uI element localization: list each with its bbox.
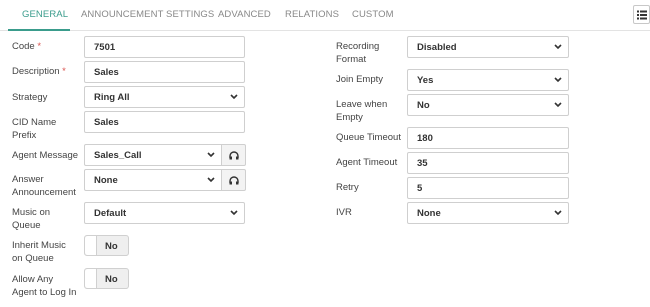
agent-timeout-label: Agent Timeout [336,157,398,168]
description-label: Description * [12,66,66,77]
code-input[interactable]: 7501 [84,36,245,58]
tab-general[interactable]: GENERAL [22,9,68,20]
code-label: Code * [12,41,42,52]
agent-message-play-button[interactable] [222,144,246,166]
tab-announcement-settings[interactable]: ANNOUNCEMENT SETTINGS [81,9,214,20]
recording-format-select[interactable]: Disabled [407,36,569,58]
answer-announcement-value: None [94,175,118,186]
answer-announcement-play-button[interactable] [222,169,246,191]
tab-bar: GENERAL ANNOUNCEMENT SETTINGS ADVANCED R… [0,0,650,31]
tab-relations[interactable]: RELATIONS [285,9,339,20]
agent-message-label: Agent Message [12,150,79,161]
leave-when-empty-label: Leave when Empty [336,99,388,123]
leave-when-empty-select[interactable]: No [407,94,569,116]
queue-timeout-input[interactable]: 180 [407,127,569,149]
agent-timeout-value: 35 [417,158,428,169]
headphones-icon [229,176,239,185]
active-tab-indicator [8,29,70,31]
cid-name-prefix-input[interactable]: Sales [84,111,245,133]
strategy-value: Ring All [94,92,130,103]
recording-format-value: Disabled [417,42,457,53]
chevron-down-icon [554,44,562,50]
description-value: Sales [94,67,119,78]
tab-advanced[interactable]: ADVANCED [218,9,271,20]
ivr-value: None [417,208,441,219]
chevron-down-icon [230,210,238,216]
description-input[interactable]: Sales [84,61,245,83]
toggle-knob [85,236,97,255]
ivr-label: IVR [336,207,352,218]
music-on-queue-label: Music on Queue [12,207,51,231]
ivr-select[interactable]: None [407,202,569,224]
join-empty-label: Join Empty [336,74,383,85]
queue-timeout-label: Queue Timeout [336,132,401,143]
inherit-music-value: No [105,241,118,252]
inherit-music-label: Inherit Music on Queue [12,240,66,264]
chevron-down-icon [207,152,215,158]
join-empty-select[interactable]: Yes [407,69,569,91]
cid-name-prefix-label: CID Name Prefix [12,117,57,141]
list-menu-icon [637,10,647,20]
inherit-music-toggle[interactable]: No [84,235,129,256]
menu-button[interactable] [633,5,650,24]
retry-input[interactable]: 5 [407,177,569,199]
chevron-down-icon [554,102,562,108]
headphones-icon [229,151,239,160]
retry-label: Retry [336,182,359,193]
toggle-knob [85,269,97,288]
allow-any-agent-toggle[interactable]: No [84,268,129,289]
agent-timeout-input[interactable]: 35 [407,152,569,174]
music-on-queue-select[interactable]: Default [84,202,245,224]
leave-when-empty-value: No [417,100,430,111]
music-on-queue-value: Default [94,208,127,219]
agent-message-select[interactable]: Sales_Call [84,144,222,166]
chevron-down-icon [230,94,238,100]
queue-timeout-value: 180 [417,133,433,144]
chevron-down-icon [554,210,562,216]
strategy-select[interactable]: Ring All [84,86,245,108]
tab-custom[interactable]: CUSTOM [352,9,394,20]
answer-announcement-select[interactable]: None [84,169,222,191]
chevron-down-icon [207,177,215,183]
agent-message-value: Sales_Call [94,150,142,161]
answer-announcement-label: Answer Announcement [12,174,76,198]
retry-value: 5 [417,183,423,194]
cid-name-prefix-value: Sales [94,117,119,128]
chevron-down-icon [554,77,562,83]
code-value: 7501 [94,42,116,53]
recording-format-label: Recording Format [336,41,380,65]
required-mark: * [37,41,42,52]
allow-any-agent-value: No [105,274,118,285]
join-empty-value: Yes [417,75,434,86]
strategy-label: Strategy [12,92,48,103]
allow-any-agent-label: Allow Any Agent to Log In [12,274,77,298]
required-mark: * [62,66,66,77]
